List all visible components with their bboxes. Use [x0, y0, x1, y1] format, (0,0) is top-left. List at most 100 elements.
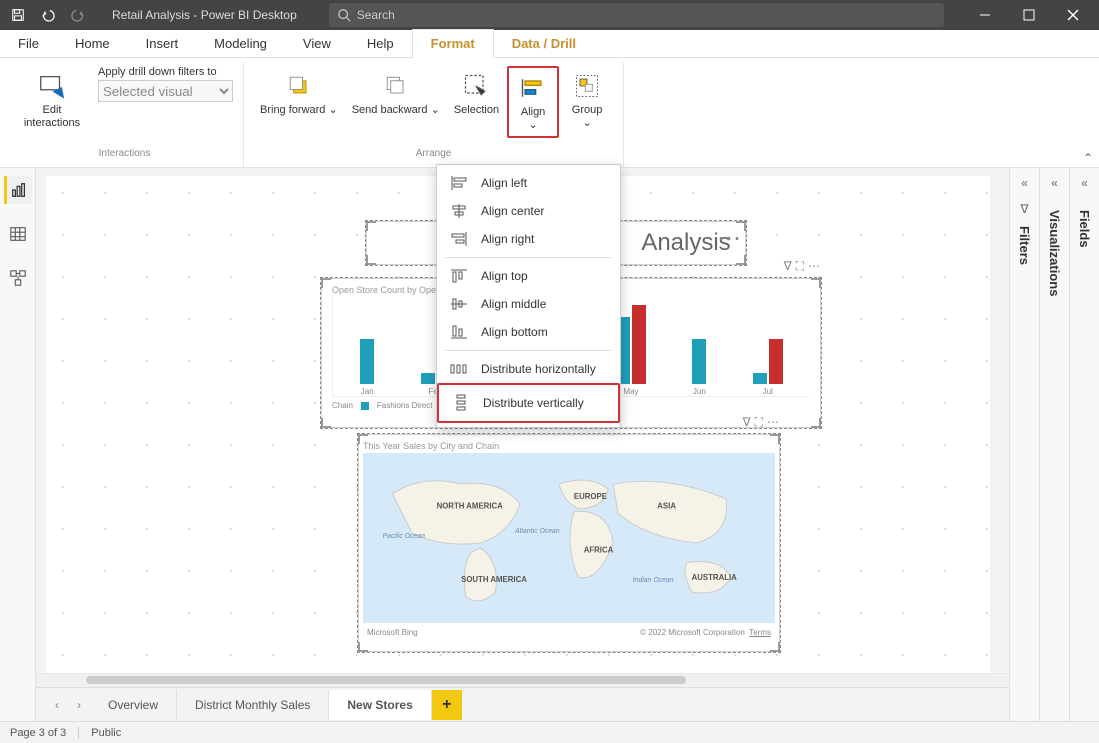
align-left-icon [449, 175, 469, 191]
document-title: Retail Analysis - Power BI Desktop [112, 8, 297, 22]
align-dropdown: Align left Align center Align right Alig… [436, 164, 621, 428]
close-button[interactable] [1051, 0, 1095, 30]
minimize-button[interactable] [963, 0, 1007, 30]
map-attribution-left: Microsoft Bing [367, 628, 418, 637]
tab-home[interactable]: Home [57, 30, 128, 57]
filter-icon[interactable]: ∇ [743, 415, 751, 430]
svg-text:Pacific Ocean: Pacific Ocean [383, 533, 426, 540]
bring-forward-button[interactable]: Bring forward ⌄ [254, 66, 344, 138]
svg-text:AUSTRALIA: AUSTRALIA [692, 573, 738, 582]
page-next-button[interactable]: › [68, 698, 90, 712]
visualizations-pane[interactable]: « Visualizations [1039, 168, 1069, 721]
data-view-icon[interactable] [4, 220, 32, 248]
page-tab-new-stores[interactable]: New Stores [329, 690, 431, 720]
align-middle-icon [449, 296, 469, 312]
tab-format[interactable]: Format [412, 29, 494, 58]
status-bar: Page 3 of 3 Public [0, 721, 1099, 743]
filters-pane[interactable]: « ∇ Filters [1009, 168, 1039, 721]
distribute-vertical-item[interactable]: Distribute vertically [437, 383, 620, 423]
world-map: NORTH AMERICA SOUTH AMERICA EUROPE AFRIC… [363, 453, 775, 623]
svg-text:Atlantic Ocean: Atlantic Ocean [514, 528, 560, 535]
send-backward-icon [380, 70, 412, 102]
right-pane-strip: « ∇ Filters « Visualizations « Fields [1009, 168, 1099, 721]
tab-help[interactable]: Help [349, 30, 412, 57]
align-button[interactable]: Align⌄ [507, 66, 559, 138]
send-backward-button[interactable]: Send backward ⌄ [346, 66, 446, 138]
group-button[interactable]: Group⌄ [561, 66, 613, 138]
svg-text:NORTH AMERICA: NORTH AMERICA [437, 502, 504, 511]
distribute-vertical-icon [451, 395, 471, 411]
svg-text:EUROPE: EUROPE [574, 492, 607, 501]
align-icon [517, 72, 549, 104]
focus-mode-icon[interactable]: ⛶ [796, 259, 804, 274]
selection-button[interactable]: Selection [448, 66, 505, 138]
align-center-icon [449, 203, 469, 219]
chevron-down-icon: ⌄ [582, 117, 591, 129]
page-prev-button[interactable]: ‹ [46, 698, 68, 712]
svg-text:AFRICA: AFRICA [584, 546, 614, 555]
svg-text:SOUTH AMERICA: SOUTH AMERICA [461, 575, 527, 584]
tab-data-drill[interactable]: Data / Drill [494, 30, 594, 57]
page-tab-district[interactable]: District Monthly Sales [177, 690, 329, 720]
horizontal-scrollbar[interactable] [36, 673, 1009, 687]
svg-text:ASIA: ASIA [657, 502, 676, 511]
save-button[interactable] [4, 3, 32, 27]
focus-mode-icon[interactable]: ⛶ [755, 415, 763, 430]
collapse-ribbon-button[interactable]: ⌃ [1083, 151, 1093, 165]
map-visual[interactable]: ∇ ⛶ ⋯ This Year Sales by City and Chain [358, 434, 780, 652]
ribbon-group-interactions: Edit interactions Apply drill down filte… [6, 62, 244, 167]
fields-pane[interactable]: « Fields [1069, 168, 1099, 721]
ribbon-group-arrange: Bring forward ⌄ Send backward ⌄ Selectio… [244, 62, 624, 167]
align-bottom-icon [449, 324, 469, 340]
svg-text:Indian Ocean: Indian Ocean [633, 577, 674, 584]
more-options-icon[interactable]: ⋯ [767, 415, 779, 430]
filter-icon[interactable]: ∇ [784, 259, 792, 274]
align-top-item[interactable]: Align top [437, 262, 620, 290]
add-page-button[interactable]: + [432, 690, 462, 720]
align-top-icon [449, 268, 469, 284]
page-tab-overview[interactable]: Overview [90, 690, 177, 720]
align-bottom-item[interactable]: Align bottom [437, 318, 620, 346]
report-view-icon[interactable] [4, 176, 32, 204]
expand-chevron-icon: « [1051, 176, 1058, 190]
chevron-down-icon: ⌄ [325, 104, 337, 116]
titlebar: Retail Analysis - Power BI Desktop Searc… [0, 0, 1099, 30]
search-placeholder: Search [357, 8, 395, 22]
align-right-icon [449, 231, 469, 247]
chevron-down-icon: ⌄ [528, 119, 537, 131]
redo-button[interactable] [64, 3, 92, 27]
search-box[interactable]: Search [329, 3, 944, 27]
align-center-item[interactable]: Align center [437, 197, 620, 225]
tab-file[interactable]: File [0, 30, 57, 57]
expand-chevron-icon: « [1081, 176, 1088, 190]
align-left-item[interactable]: Align left [437, 169, 620, 197]
distribute-horizontal-icon [449, 361, 469, 377]
view-rail [0, 168, 36, 721]
filter-icon: ∇ [1020, 202, 1028, 216]
drill-filter-select[interactable]: Selected visual [98, 80, 233, 102]
distribute-horizontal-item[interactable]: Distribute horizontally [437, 355, 620, 383]
align-middle-item[interactable]: Align middle [437, 290, 620, 318]
chevron-down-icon: ⌄ [428, 104, 440, 116]
expand-chevron-icon: « [1021, 176, 1028, 190]
model-view-icon[interactable] [4, 264, 32, 292]
tab-modeling[interactable]: Modeling [196, 30, 285, 57]
group-icon [571, 70, 603, 102]
page-indicator: Page 3 of 3 [10, 727, 66, 739]
undo-button[interactable] [34, 3, 62, 27]
edit-interactions-icon [36, 70, 68, 102]
selection-icon [460, 70, 492, 102]
align-right-item[interactable]: Align right [437, 225, 620, 253]
ribbon-tabs: File Home Insert Modeling View Help Form… [0, 30, 1099, 58]
more-options-icon[interactable]: ⋯ [808, 259, 820, 274]
button-label: Edit interactions [22, 104, 82, 130]
tab-view[interactable]: View [285, 30, 349, 57]
visibility-indicator: Public [91, 727, 121, 739]
maximize-button[interactable] [1007, 0, 1051, 30]
bring-forward-icon [283, 70, 315, 102]
tab-insert[interactable]: Insert [128, 30, 197, 57]
drill-filter-control: Apply drill down filters to Selected vis… [98, 66, 233, 102]
page-tabs: ‹ › Overview District Monthly Sales New … [36, 687, 1009, 721]
edit-interactions-button[interactable]: Edit interactions [16, 66, 88, 134]
terms-link[interactable]: Terms [749, 628, 771, 637]
